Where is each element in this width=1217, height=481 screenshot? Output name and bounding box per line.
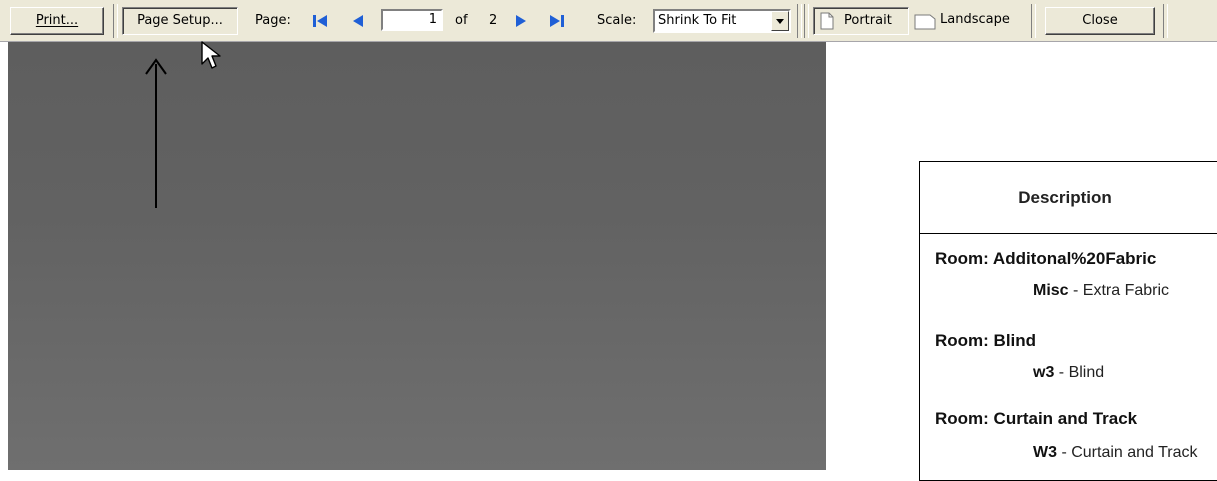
- page-label: Page:: [255, 13, 291, 28]
- prev-page-icon[interactable]: [349, 12, 367, 30]
- scale-select-value: Shrink To Fit: [658, 13, 737, 28]
- scale-select[interactable]: Shrink To Fit: [653, 9, 791, 33]
- room-heading: Room: Curtain and Track: [935, 409, 1138, 428]
- close-button-label: Close: [1082, 13, 1118, 28]
- close-button[interactable]: Close: [1045, 7, 1155, 35]
- first-page-icon[interactable]: [311, 12, 329, 30]
- next-page-icon[interactable]: [512, 12, 530, 30]
- line-item: Misc - Extra Fabric: [1033, 282, 1169, 300]
- dropdown-arrow-icon[interactable]: [771, 11, 789, 31]
- item-description: - Extra Fabric: [1068, 282, 1170, 299]
- preview-canvas-background[interactable]: [8, 42, 826, 470]
- report-table: Description Room: Additonal%20Fabric Mis…: [919, 161, 1217, 481]
- scale-label: Scale:: [597, 13, 637, 28]
- toolbar-separator: [1163, 4, 1168, 38]
- landscape-label: Landscape: [940, 12, 1010, 27]
- line-item: w3 - Blind: [1033, 364, 1104, 382]
- of-label: of: [455, 13, 468, 28]
- column-header-description: Description: [1018, 188, 1112, 207]
- page-number-input[interactable]: 1: [381, 9, 443, 31]
- toolbar-separator: [1031, 4, 1036, 38]
- room-heading: Room: Blind: [935, 331, 1037, 350]
- item-code: Misc: [1033, 282, 1069, 299]
- portrait-page-icon: [820, 12, 834, 30]
- portrait-button[interactable]: Portrait: [813, 7, 909, 35]
- toolbar-separator: [804, 4, 809, 38]
- toolbar-separator: [797, 4, 802, 38]
- room-heading: Room: Additonal%20Fabric: [935, 249, 1157, 268]
- item-description: - Blind: [1054, 364, 1105, 381]
- print-button[interactable]: Print...: [10, 7, 104, 35]
- report-table-header: Description: [920, 162, 1217, 234]
- item-code: W3: [1033, 444, 1057, 461]
- portrait-label: Portrait: [844, 13, 892, 28]
- total-pages: 2: [489, 13, 498, 28]
- preview-toolbar: Print... Page Setup... Page: 1 of 2 Scal…: [0, 0, 1217, 42]
- page-setup-button[interactable]: Page Setup...: [122, 7, 238, 35]
- annotation-arrow-line: [155, 64, 157, 208]
- item-description: - Curtain and Track: [1057, 444, 1198, 461]
- viewer-left-margin: [0, 42, 8, 470]
- toolbar-separator: [113, 4, 118, 38]
- mouse-cursor-icon: [201, 41, 221, 69]
- landscape-page-icon: [914, 14, 936, 30]
- item-code: w3: [1033, 364, 1055, 381]
- print-button-label: Print...: [35, 13, 79, 28]
- last-page-icon[interactable]: [548, 12, 566, 30]
- landscape-button[interactable]: Landscape: [910, 7, 1022, 35]
- line-item: W3 - Curtain and Track: [1033, 444, 1198, 462]
- page-setup-button-label: Page Setup...: [137, 13, 223, 28]
